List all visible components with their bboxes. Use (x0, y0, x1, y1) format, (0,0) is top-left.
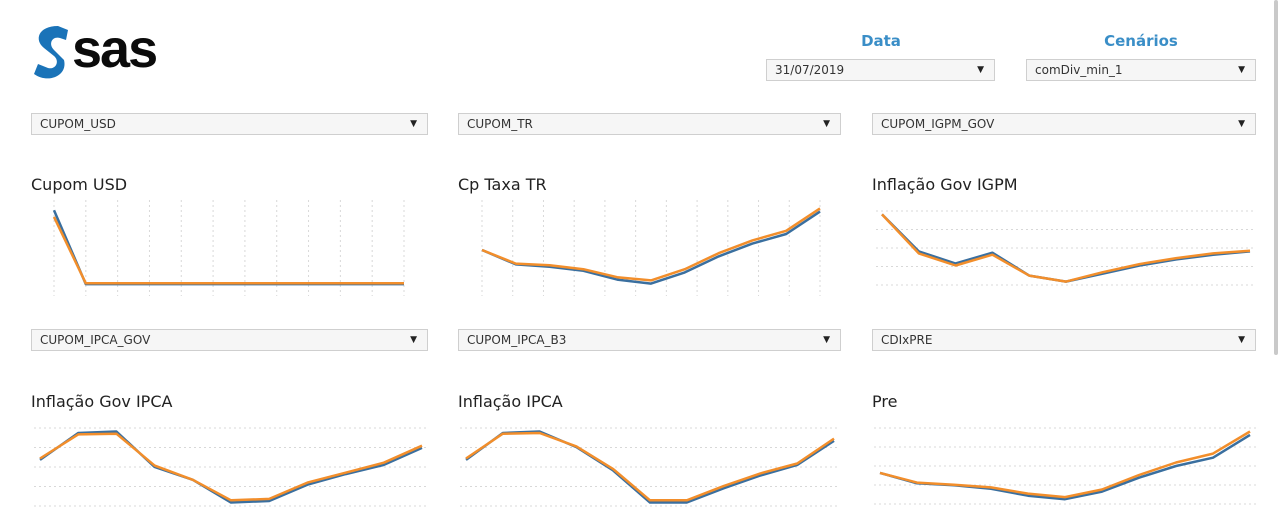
panel-select-value: CDIxPRE (881, 333, 933, 347)
panel-select-value: CUPOM_IPCA_GOV (40, 333, 151, 347)
scenarios-label: Cenários (1104, 32, 1178, 50)
chevron-down-icon: ▼ (1238, 119, 1245, 129)
chevron-down-icon: ▼ (1238, 335, 1245, 345)
panel-select-3[interactable]: CUPOM_IGPM_GOV ▼ (872, 113, 1256, 135)
sas-swirl-icon (34, 26, 68, 79)
chevron-down-icon: ▼ (823, 335, 830, 345)
chart-cupom-usd (52, 200, 405, 296)
sas-logo-text: sas (72, 19, 158, 79)
chart-pre (874, 427, 1256, 505)
panel-select-value: CUPOM_TR (467, 117, 533, 131)
series-line-2 (879, 430, 1251, 499)
chart-inflacao-gov-igpm (876, 210, 1256, 286)
date-select-value: 31/07/2019 (775, 63, 845, 77)
chart-title-cupom-usd: Cupom USD (31, 175, 128, 194)
panel-select-2[interactable]: CUPOM_TR ▼ (458, 113, 841, 135)
series-line-2 (52, 216, 404, 285)
panel-select-6[interactable]: CDIxPRE ▼ (872, 329, 1256, 351)
panel-select-value: CUPOM_IGPM_GOV (881, 117, 995, 131)
chevron-down-icon: ▼ (1238, 65, 1245, 75)
chevron-down-icon: ▼ (977, 65, 984, 75)
chart-title-inflacao-gov-igpm: Inflação Gov IGPM (872, 175, 1018, 194)
scenario-select[interactable]: comDiv_min_1 ▼ (1026, 59, 1256, 81)
scenario-select-value: comDiv_min_1 (1035, 63, 1123, 77)
series-line-1 (879, 433, 1251, 501)
chart-title-cp-taxa-tr: Cp Taxa TR (458, 175, 547, 194)
chart-cp-taxa-tr (481, 200, 821, 296)
chart-title-pre: Pre (872, 392, 898, 411)
panel-select-value: CUPOM_USD (40, 117, 116, 131)
chart-inflacao-ipca (460, 427, 840, 507)
chevron-down-icon: ▼ (410, 335, 417, 345)
data-label: Data (861, 32, 901, 50)
scrollbar[interactable] (1274, 0, 1278, 355)
chevron-down-icon: ▼ (823, 119, 830, 129)
chevron-down-icon: ▼ (410, 119, 417, 129)
series-line-2 (481, 207, 821, 282)
series-line-1 (52, 209, 404, 286)
chart-title-inflacao-ipca: Inflação IPCA (458, 392, 563, 411)
panel-select-4[interactable]: CUPOM_IPCA_GOV ▼ (31, 329, 428, 351)
panel-select-5[interactable]: CUPOM_IPCA_B3 ▼ (458, 329, 841, 351)
date-select[interactable]: 31/07/2019 ▼ (766, 59, 995, 81)
chart-title-inflacao-gov-ipca: Inflação Gov IPCA (31, 392, 173, 411)
panel-select-value: CUPOM_IPCA_B3 (467, 333, 567, 347)
series-line-1 (481, 210, 821, 285)
sas-logo: sas (28, 19, 188, 84)
panel-select-1[interactable]: CUPOM_USD ▼ (31, 113, 428, 135)
chart-inflacao-gov-ipca (34, 427, 428, 507)
